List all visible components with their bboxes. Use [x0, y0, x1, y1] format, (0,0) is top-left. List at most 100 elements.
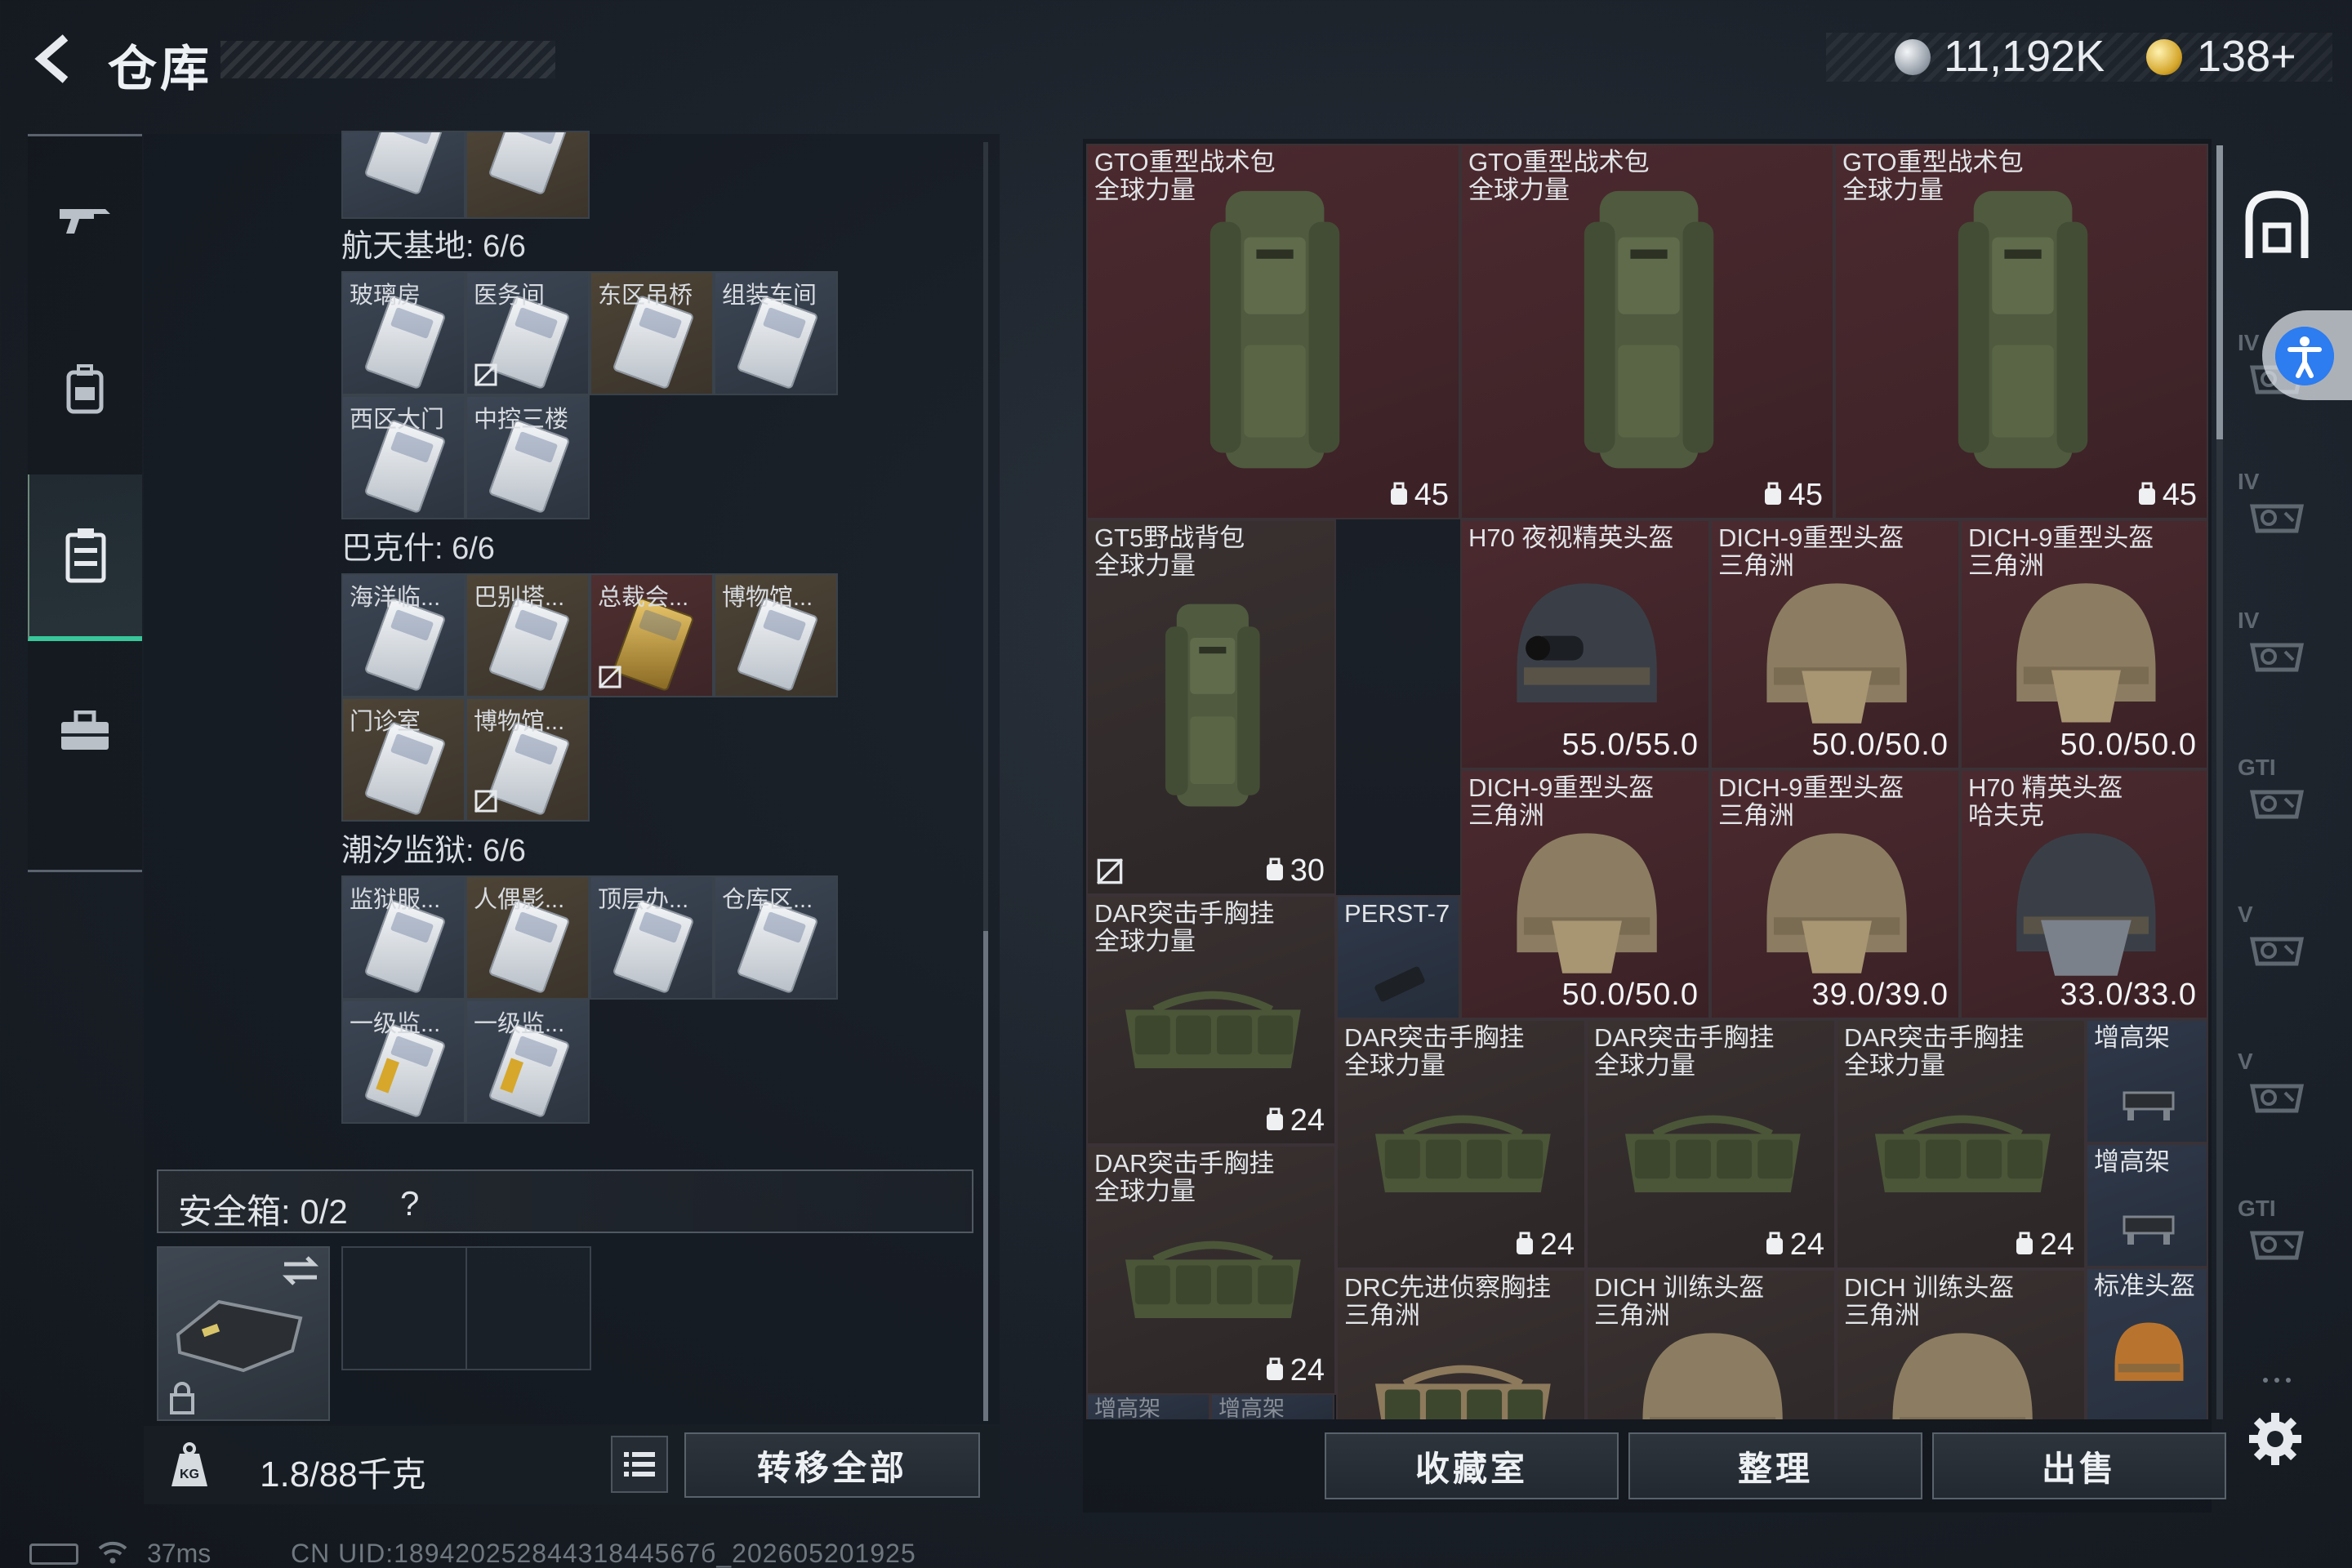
key-label: 玻璃房 [350, 283, 421, 309]
stash-grid: GTO重型战术包 全球力量 45 GTO重型战术包 全球力量 45 GTO重型战术包 全… [1086, 144, 2208, 1419]
helmet-icon [1766, 833, 1907, 973]
category-nav [28, 134, 142, 872]
swap-icon[interactable] [281, 1253, 320, 1289]
key-slot[interactable] [341, 131, 466, 219]
transfer-all-button[interactable]: 转移全部 [684, 1432, 980, 1498]
stash-item[interactable]: DICH-9重型头盔 三角洲 50.0/50.0 [1710, 519, 1960, 769]
weight-readout: 1.8/88千克 [260, 1447, 426, 1497]
nav-equipment[interactable] [28, 303, 142, 474]
weight-max: /88千克 [310, 1455, 426, 1494]
stash-item[interactable]: DICH 训练头盔 三角洲 [1836, 1269, 2086, 1419]
key-slot[interactable]: 一级监... [341, 1000, 466, 1124]
stash-item[interactable]: DRC先进侦察胸挂 三角洲 [1336, 1269, 1586, 1419]
stash-item[interactable]: 标准头盔 [2086, 1267, 2208, 1419]
capacity-value: 24 [1789, 1227, 1824, 1262]
key-slot[interactable]: 巴别塔... [466, 573, 590, 697]
stash-item[interactable]: DAR突击手胸挂 全球力量 24 [1836, 1019, 2086, 1269]
stash-scroll-thumb[interactable] [2216, 145, 2223, 439]
unsellable-icon [474, 363, 498, 387]
stash-item[interactable]: GTO重型战术包 全球力量 45 [1834, 144, 2208, 519]
stash-item[interactable]: 增高架 [1086, 1393, 1210, 1419]
backpack-capacity-icon [2138, 482, 2155, 505]
key-slot[interactable]: 博物馆... [466, 697, 590, 822]
player-uid: CN UID:18942025284431844567б_20260520192… [291, 1539, 916, 1568]
key-slot[interactable]: 监狱服... [341, 875, 466, 1000]
sell-button[interactable]: 出售 [1932, 1432, 2226, 1499]
chest-rig-icon [1374, 1365, 1551, 1419]
stash-item[interactable]: DAR突击手胸挂 全球力量 24 [1336, 1019, 1586, 1269]
key-slot[interactable]: 总裁会... [590, 573, 714, 697]
more-icon[interactable] [2236, 1339, 2318, 1421]
helmet-icon [2016, 583, 2156, 723]
key-slot[interactable]: 中控三楼 [466, 395, 590, 519]
key-slot[interactable]: 玻璃房 [341, 271, 466, 395]
key-label: 海洋临... [350, 585, 441, 611]
back-arrow-icon[interactable] [24, 29, 83, 88]
nav-weapons[interactable] [28, 136, 142, 303]
unsellable-icon [598, 665, 622, 689]
safebox-help-button[interactable]: ? [400, 1184, 419, 1223]
backpack-capacity-icon [1390, 482, 1407, 505]
riser-mount-icon [2123, 1091, 2175, 1121]
stash-item[interactable]: DAR突击手胸挂 全球力量 24 [1086, 895, 1336, 1145]
laser-device-icon [1374, 966, 1425, 1002]
svg-text:KG: KG [180, 1468, 199, 1481]
key-slot[interactable]: 一级监... [466, 1000, 590, 1124]
item-name: DAR突击手胸挂 全球力量 [1594, 1023, 1775, 1080]
key-slot[interactable]: 博物馆... [714, 573, 838, 697]
stash-item[interactable]: GTO重型战术包 全球力量 45 [1460, 144, 1834, 519]
key-slot[interactable]: 海洋临... [341, 573, 466, 697]
weight-current: 1.8 [260, 1454, 310, 1494]
chest-rig-icon [1874, 1115, 2051, 1192]
rail-tier-label: GTI [2238, 755, 2276, 780]
gold-coin-icon [2146, 39, 2182, 75]
item-name: 增高架 [2094, 1023, 2170, 1052]
safebox-container[interactable] [157, 1246, 330, 1421]
stash-item[interactable]: DICH-9重型头盔 三角洲 50.0/50.0 [1460, 769, 1710, 1019]
premium-currency-amount[interactable]: 138+ [2197, 31, 2296, 82]
key-slot[interactable]: 仓库区... [714, 875, 838, 1000]
stash-item[interactable]: GTO重型战术包 全球力量 45 [1086, 144, 1460, 519]
rail-tier-label: IV [2238, 330, 2260, 355]
collection-room-button[interactable]: 收藏室 [1325, 1432, 1619, 1499]
stash-item[interactable]: GT5野战背包 全球力量 30 [1086, 519, 1336, 895]
stash-item[interactable]: DAR突击手胸挂 全球力量 24 [1586, 1019, 1836, 1269]
key-slot[interactable]: 医务间 [466, 271, 590, 395]
item-capacity: 30 [1264, 853, 1325, 889]
stash-item[interactable]: DICH-9重型头盔 三角洲 50.0/50.0 [1960, 519, 2208, 769]
stash-item[interactable]: 增高架 [1210, 1393, 1334, 1419]
stash-item[interactable]: DICH 训练头盔 三角洲 [1586, 1269, 1836, 1419]
night-vision-helmet-icon [1517, 583, 1657, 703]
stash-item[interactable]: 增高架 [2086, 1019, 2208, 1143]
list-view-button[interactable] [611, 1436, 668, 1493]
item-durability: 33.0/33.0 [2060, 978, 2197, 1012]
chest-rig-icon [1624, 1115, 1801, 1192]
vault-icon[interactable] [2236, 185, 2318, 266]
stash-item[interactable]: DAR突击手胸挂 全球力量 24 [1086, 1145, 1336, 1395]
rifle-icon [60, 209, 110, 234]
item-name: GTO重型战术包 全球力量 [1468, 148, 1650, 204]
item-capacity: 24 [2014, 1227, 2074, 1263]
stash-item[interactable]: PERST-7 [1336, 895, 1460, 1019]
item-name: 增高架 [2094, 1147, 2170, 1176]
key-slot[interactable]: 人偶影... [466, 875, 590, 1000]
stash-item[interactable]: 增高架 [2086, 1143, 2208, 1267]
key-slot[interactable]: 顶层办... [590, 875, 714, 1000]
key-label: 西区大门 [350, 407, 445, 433]
key-slot[interactable]: 西区大门 [341, 395, 466, 519]
key-slot[interactable]: 门诊室 [341, 697, 466, 822]
stash-item[interactable]: H70 夜视精英头盔 55.0/55.0 [1460, 519, 1710, 769]
organize-button[interactable]: 整理 [1628, 1432, 1922, 1499]
item-capacity: 24 [1514, 1227, 1575, 1263]
stash-item[interactable]: DICH-9重型头盔 三角洲 39.0/39.0 [1710, 769, 1960, 1019]
nav-keys[interactable] [28, 474, 142, 641]
nav-supplies[interactable] [28, 641, 142, 821]
item-name: DAR突击手胸挂 全球力量 [1344, 1023, 1525, 1080]
stash-item[interactable]: H70 精英头盔 哈夫克 33.0/33.0 [1960, 769, 2208, 1019]
key-case-scroll-thumb[interactable] [983, 931, 988, 1421]
item-capacity: 24 [1764, 1227, 1824, 1263]
key-slot[interactable]: 东区吊桥 [590, 271, 714, 395]
key-slot[interactable] [466, 131, 590, 219]
key-slot[interactable]: 组装车间 [714, 271, 838, 395]
settings-gear-icon[interactable] [2246, 1410, 2305, 1468]
